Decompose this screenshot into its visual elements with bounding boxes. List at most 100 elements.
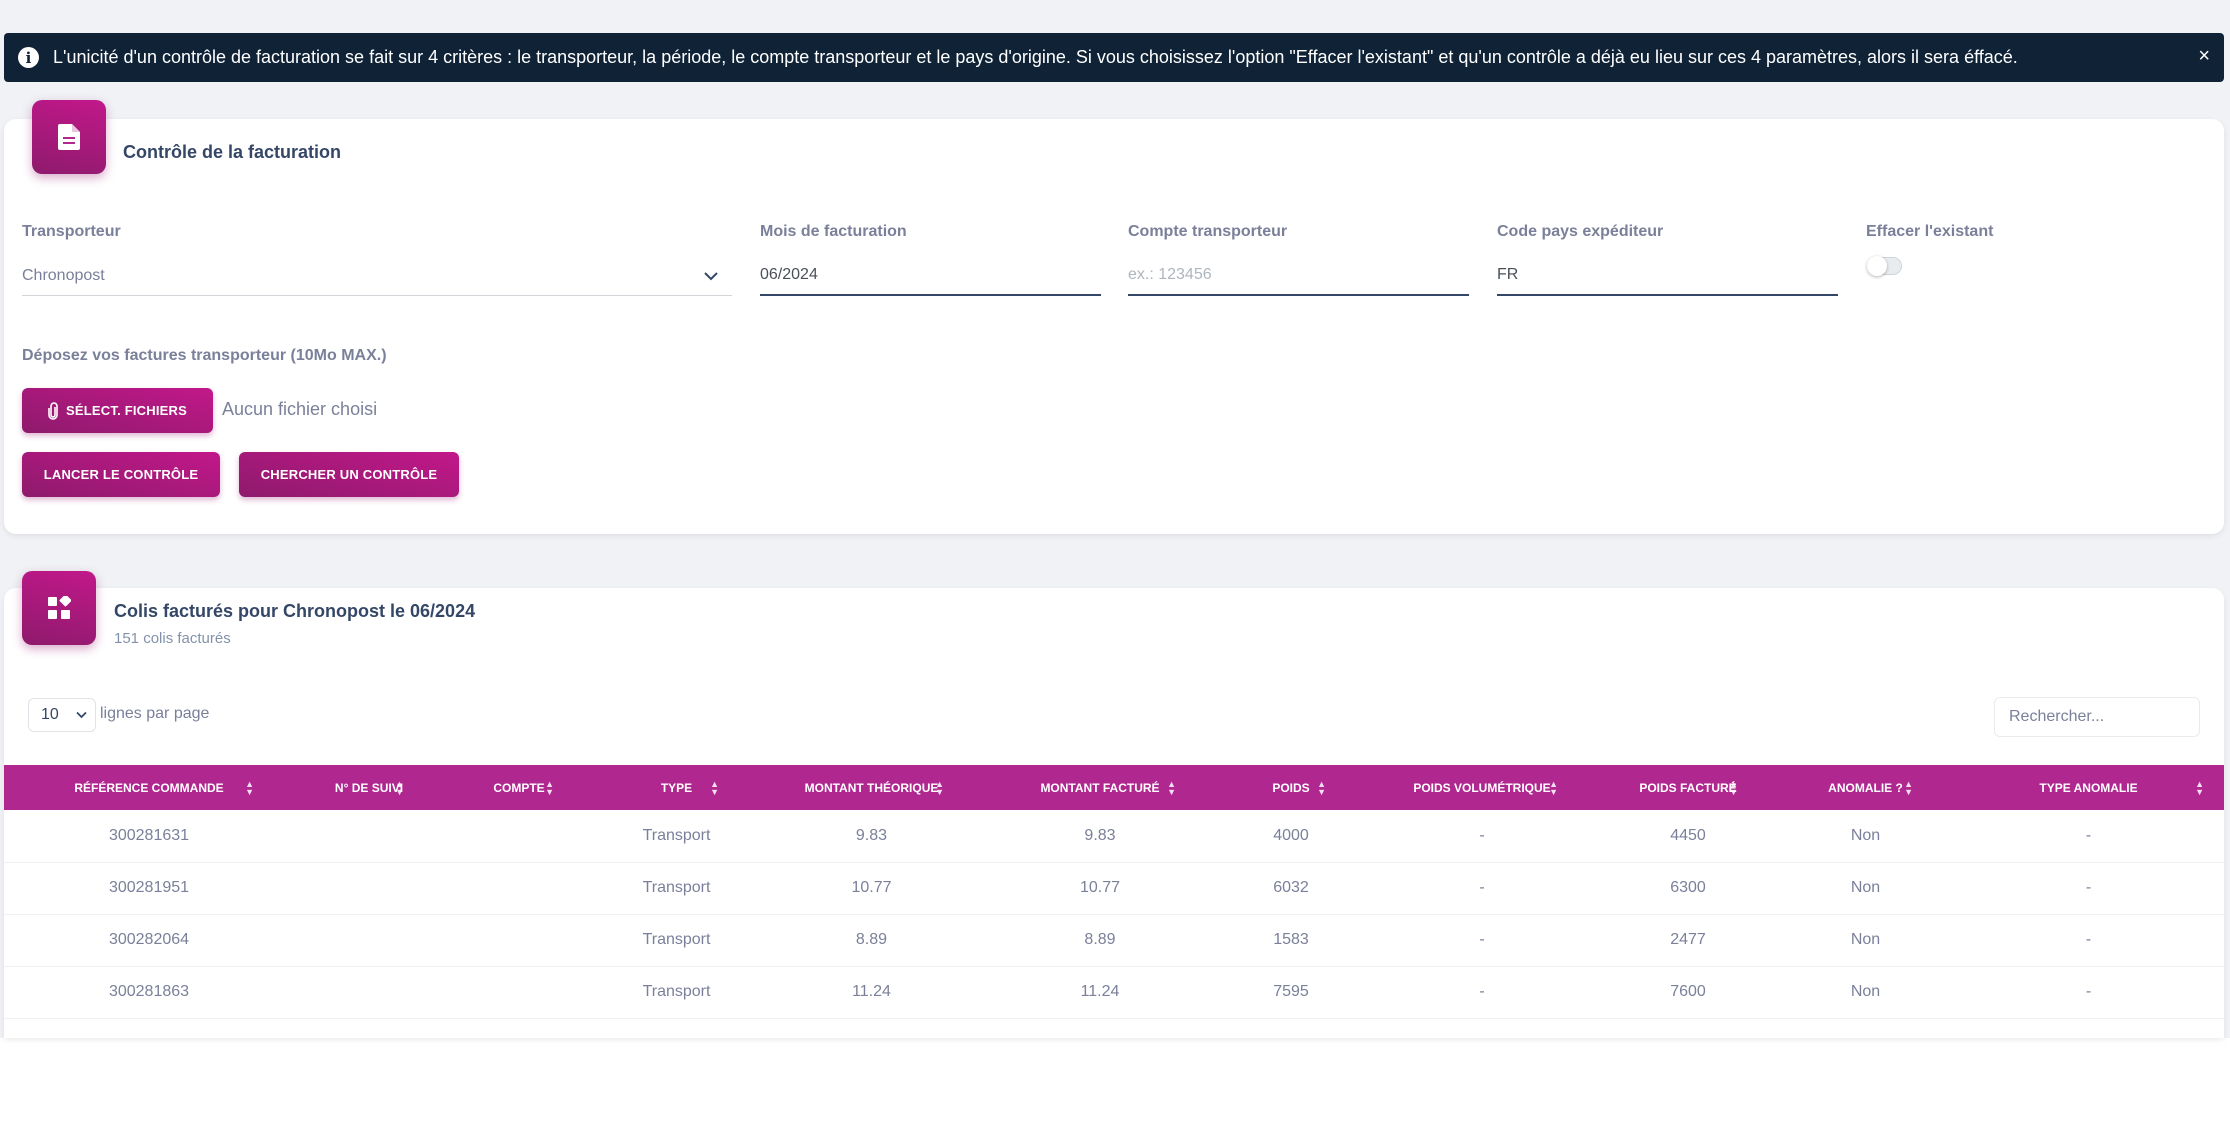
column-header[interactable]: POIDS VOLUMÉTRIQUE ▲ ▼ xyxy=(1366,765,1598,810)
sort-icon[interactable]: ▲ ▼ xyxy=(245,779,254,796)
table-cell: 8.89 xyxy=(855,931,888,948)
toggle-knob xyxy=(1867,256,1887,276)
table-cell: 6032 xyxy=(1273,879,1309,896)
column-header[interactable]: TYPE ANOMALIE ▲ ▼ xyxy=(1953,765,2224,810)
column-header-label: TYPE xyxy=(660,780,693,795)
per-page-select[interactable]: 10 xyxy=(28,698,96,732)
table-cell: - xyxy=(1479,879,1485,896)
table-cell: 4000 xyxy=(1273,826,1309,844)
table-cell: - xyxy=(2085,983,2092,1000)
table-cell: 7600 xyxy=(1670,983,1706,1000)
table-cell xyxy=(444,966,594,1018)
pays-input[interactable]: FR xyxy=(1497,256,1838,296)
search-placeholder: Rechercher... xyxy=(2009,708,2105,725)
alert-text: L'unicité d'un contrôle de facturation s… xyxy=(53,47,2018,67)
table-cell xyxy=(444,810,594,862)
table-cell: - xyxy=(2085,931,2092,948)
table-row[interactable]: 300282064 Transport 8.89 8.89 1583 - 2477 Non - xyxy=(4,914,2224,966)
sort-icon[interactable]: ▲ ▼ xyxy=(710,779,719,796)
transporteur-value: Chronopost xyxy=(22,266,105,284)
mois-value: 06/2024 xyxy=(760,266,818,283)
table-row[interactable]: 300281951 Transport 10.77 10.77 6032 - 6300 Non… xyxy=(4,862,2224,914)
card-title: Contrôle de la facturation xyxy=(123,142,342,162)
table-cell: - xyxy=(1479,826,1485,844)
compte-placeholder: ex.: 123456 xyxy=(1128,266,1212,283)
billed-parcels-table: RÉFÉRENCE COMMANDE ▲ ▼ N° DE SUIVI ▲ ▼ COMPTE ▲… xyxy=(4,765,2224,1019)
transporteur-select[interactable]: Chronopost xyxy=(22,256,732,296)
sort-icon[interactable]: ▲ ▼ xyxy=(1317,779,1326,796)
effacer-label: Effacer l'existant xyxy=(1866,223,1994,240)
effacer-toggle[interactable] xyxy=(1867,256,1902,276)
column-header-label: COMPTE xyxy=(493,780,545,795)
sort-icon[interactable]: ▲ ▼ xyxy=(545,779,554,796)
chevron-down-icon xyxy=(704,271,718,280)
table-cell: Non xyxy=(1850,826,1881,844)
table-row[interactable]: 300281863 Transport 11.24 11.24 7595 - 7600 Non… xyxy=(4,966,2224,1018)
table-header-row: RÉFÉRENCE COMMANDE ▲ ▼ N° DE SUIVI ▲ ▼ COMPTE ▲… xyxy=(4,765,2224,810)
sort-icon[interactable]: ▲ ▼ xyxy=(1729,779,1738,796)
column-header[interactable]: MONTANT FACTURÉ ▲ ▼ xyxy=(984,765,1216,810)
search-control-button[interactable]: CHERCHER UN CONTRÔLE xyxy=(239,452,459,497)
sort-icon[interactable]: ▲ ▼ xyxy=(1167,779,1176,796)
table-cell: - xyxy=(2085,879,2092,896)
column-header-label: POIDS FACTURÉ xyxy=(1639,780,1737,795)
table-cell xyxy=(444,862,594,914)
results-subtitle: 151 colis facturés xyxy=(114,630,231,647)
paperclip-icon xyxy=(48,401,58,420)
mois-input[interactable]: 06/2024 xyxy=(760,256,1101,296)
info-alert: i L'unicité d'un contrôle de facturation… xyxy=(4,33,2224,82)
table-cell: 300281863 xyxy=(108,983,190,1000)
mois-label: Mois de facturation xyxy=(760,223,907,240)
column-header-label: MONTANT THÉORIQUE xyxy=(804,780,939,795)
sort-icon[interactable]: ▲ ▼ xyxy=(2195,779,2204,796)
table-cell xyxy=(294,810,444,862)
sort-icon[interactable]: ▲ ▼ xyxy=(935,779,944,796)
sort-icon[interactable]: ▲ ▼ xyxy=(1904,779,1913,796)
pays-value: FR xyxy=(1497,266,1519,283)
column-header-label: N° DE SUIVI xyxy=(334,780,404,795)
table-cell: 6300 xyxy=(1670,879,1706,896)
table-cell: 2477 xyxy=(1670,931,1706,948)
table-cell: 300282064 xyxy=(108,931,190,948)
column-header[interactable]: POIDS ▲ ▼ xyxy=(1216,765,1366,810)
results-title: Colis facturés pour Chronopost le 06/202… xyxy=(114,601,476,621)
table-cell: 10.77 xyxy=(1079,879,1121,896)
table-cell: 300281631 xyxy=(108,826,190,844)
table-cell: 1583 xyxy=(1273,931,1309,948)
table-cell: Transport xyxy=(642,879,711,896)
upload-label: Déposez vos factures transporteur (10Mo … xyxy=(22,347,387,364)
column-header[interactable]: TYPE ▲ ▼ xyxy=(594,765,759,810)
table-row[interactable]: 300281631 Transport 9.83 9.83 4000 - 4450 Non - xyxy=(4,810,2224,862)
column-header-label: POIDS VOLUMÉTRIQUE xyxy=(1413,780,1551,795)
table-cell: 300281951 xyxy=(108,879,190,896)
compte-input[interactable]: ex.: 123456 xyxy=(1128,256,1469,296)
launch-control-button[interactable]: LANCER LE CONTRÔLE xyxy=(22,452,220,497)
column-header[interactable]: N° DE SUIVI ▲ ▼ xyxy=(294,765,444,810)
no-file-text: Aucun fichier choisi xyxy=(222,399,378,419)
column-header[interactable]: COMPTE ▲ ▼ xyxy=(444,765,594,810)
table-cell: - xyxy=(1479,931,1485,948)
search-input[interactable]: Rechercher... xyxy=(1994,697,2200,737)
column-header[interactable]: MONTANT THÉORIQUE ▲ ▼ xyxy=(759,765,984,810)
select-files-button[interactable]: SÉLECT. FICHIERS xyxy=(22,388,213,433)
table-cell: 11.24 xyxy=(1080,983,1120,1000)
info-icon: i xyxy=(18,47,39,68)
column-header[interactable]: POIDS FACTURÉ ▲ ▼ xyxy=(1598,765,1778,810)
column-header-label: MONTANT FACTURÉ xyxy=(1040,780,1160,795)
sort-icon[interactable]: ▲ ▼ xyxy=(1549,779,1558,796)
transporteur-label: Transporteur xyxy=(22,223,121,240)
table-cell: Non xyxy=(1850,983,1881,1000)
column-header-label: RÉFÉRENCE COMMANDE xyxy=(74,780,224,795)
table-cell: 11.24 xyxy=(852,983,891,1000)
close-icon[interactable]: × xyxy=(2198,45,2210,68)
table-cell: Non xyxy=(1850,931,1881,948)
table-cell: 4450 xyxy=(1670,826,1706,844)
document-icon xyxy=(32,100,106,174)
sort-icon[interactable]: ▲ ▼ xyxy=(395,779,404,796)
column-header[interactable]: RÉFÉRENCE COMMANDE ▲ ▼ xyxy=(4,765,294,810)
column-header-label: ANOMALIE ? xyxy=(1828,780,1903,795)
select-files-label: SÉLECT. FICHIERS xyxy=(66,403,187,418)
table-cell: Transport xyxy=(642,826,711,844)
column-header[interactable]: ANOMALIE ? ▲ ▼ xyxy=(1778,765,1953,810)
column-header-label: POIDS xyxy=(1272,780,1310,795)
